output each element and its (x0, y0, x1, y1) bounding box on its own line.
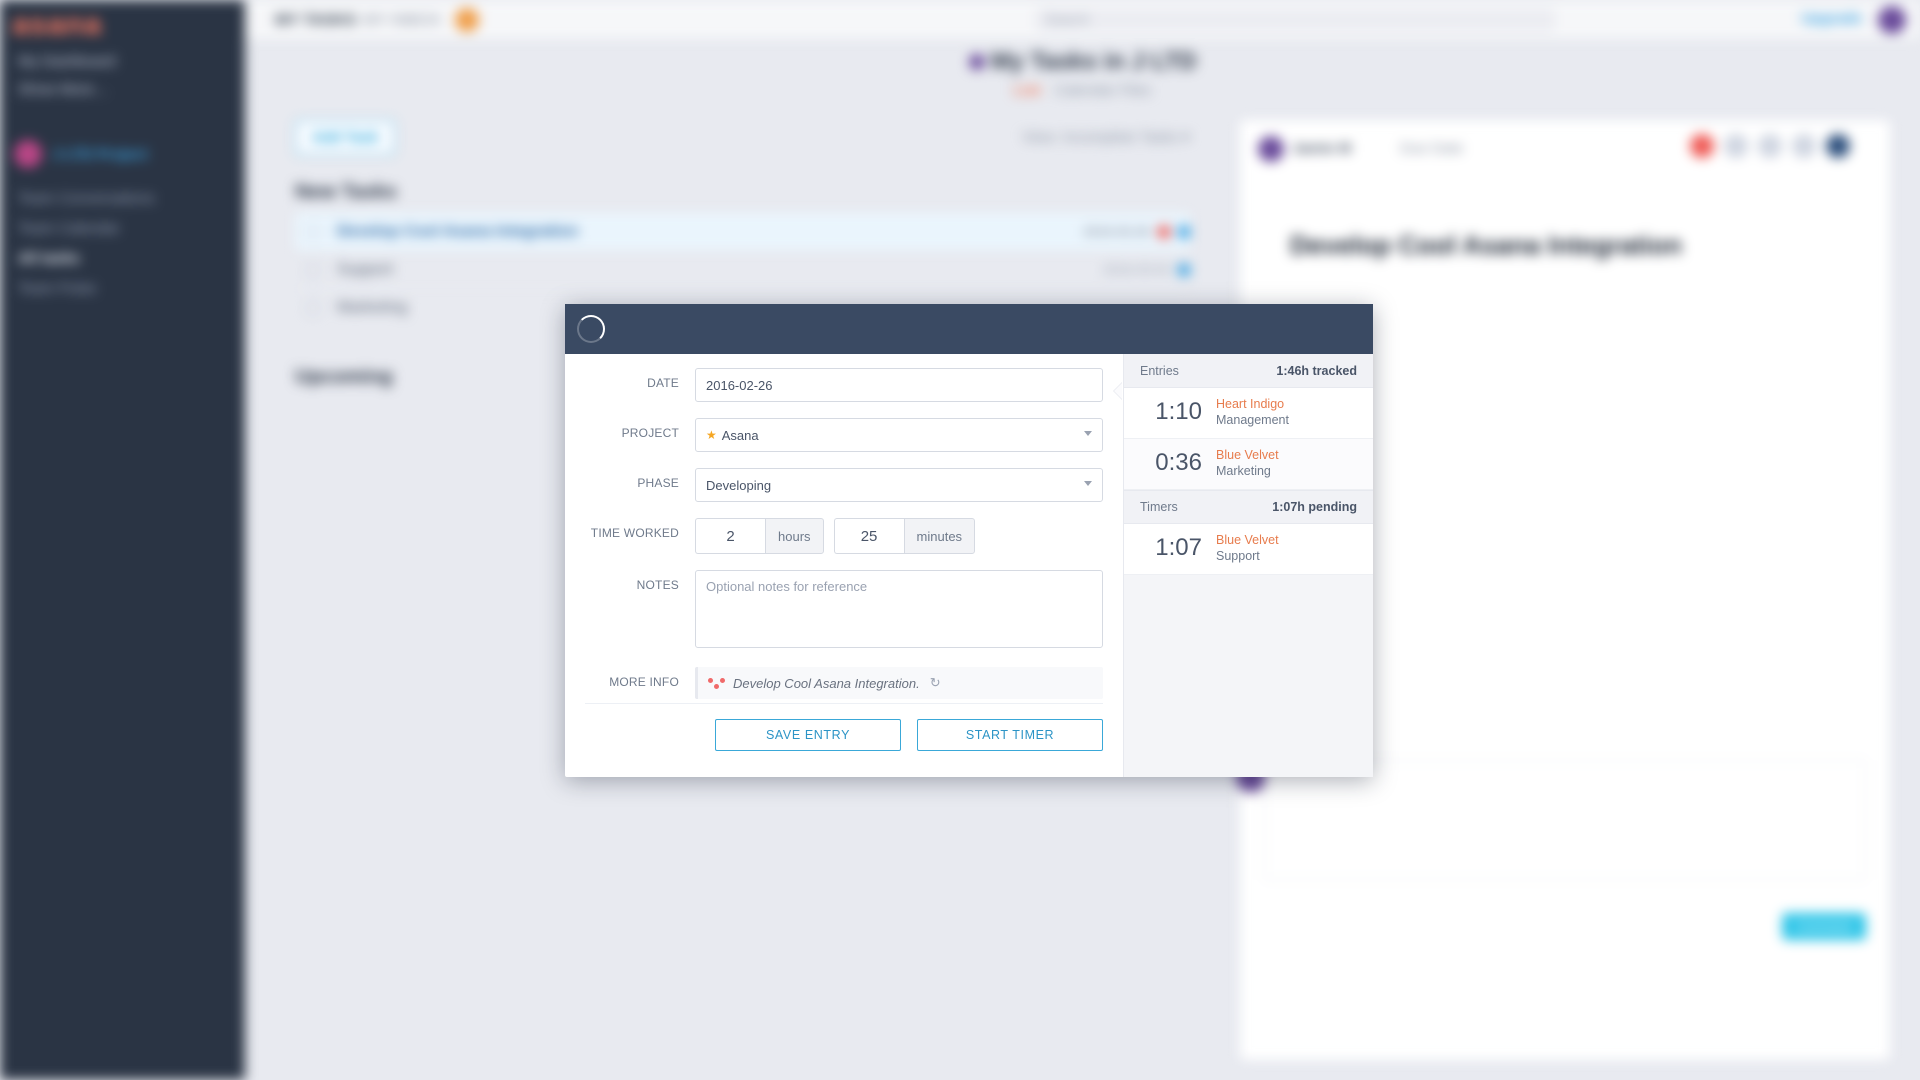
project-select[interactable]: ★ Asana (695, 418, 1103, 452)
label-time-worked: TIME WORKED (585, 518, 695, 540)
entries-header: Entries 1:46h tracked (1124, 354, 1373, 388)
save-entry-button[interactable]: SAVE ENTRY (715, 719, 901, 751)
phase-select[interactable]: Developing (695, 468, 1103, 502)
start-timer-button[interactable]: START TIMER (917, 719, 1103, 751)
chevron-down-icon (1084, 481, 1092, 486)
minutes-unit-label: minutes (904, 518, 976, 554)
asana-logo: asana (12, 8, 102, 42)
phase-select-value: Developing (706, 478, 771, 493)
entry-row[interactable]: 1:10 Heart Indigo Management (1124, 388, 1373, 439)
more-info-pill: Develop Cool Asana Integration. ↻ (695, 667, 1103, 699)
label-phase: PHASE (585, 468, 695, 490)
timer-project: Blue Velvet (1216, 532, 1279, 548)
loading-spinner-icon (577, 315, 605, 343)
minutes-input[interactable] (834, 518, 904, 554)
entry-project: Heart Indigo (1216, 396, 1289, 412)
entries-summary: 1:46h tracked (1276, 364, 1357, 378)
chevron-down-icon (1084, 431, 1092, 436)
entries-side-panel: Entries 1:46h tracked 1:10 Heart Indigo … (1123, 354, 1373, 777)
entry-project: Blue Velvet (1216, 447, 1279, 463)
modal-footer: SAVE ENTRY START TIMER (585, 703, 1103, 765)
hours-input[interactable] (695, 518, 765, 554)
bg-header: My Tasks in J LTD ListCalendar Files (245, 48, 1920, 99)
timers-summary: 1:07h pending (1272, 500, 1357, 514)
label-notes: NOTES (585, 570, 695, 592)
bg-team-pill: J LTD Project (14, 130, 231, 178)
entry-row[interactable]: 0:36 Blue Velvet Marketing (1124, 439, 1373, 490)
label-more-info: MORE INFO (585, 667, 695, 689)
timer-task: Support (1216, 548, 1279, 564)
hours-unit-label: hours (765, 518, 824, 554)
entry-time: 1:10 (1140, 398, 1202, 426)
more-info-text: Develop Cool Asana Integration. (733, 676, 920, 691)
date-input[interactable] (695, 368, 1103, 402)
star-icon: ★ (706, 428, 717, 442)
project-select-value: Asana (722, 428, 759, 443)
side-panel-pointer-icon (1113, 382, 1122, 400)
label-project: PROJECT (585, 418, 695, 440)
timer-row[interactable]: 1:07 Blue Velvet Support (1124, 524, 1373, 575)
notes-textarea[interactable] (695, 570, 1103, 648)
refresh-icon[interactable]: ↻ (930, 675, 941, 691)
entry-task: Management (1216, 412, 1289, 428)
timers-label: Timers (1140, 500, 1178, 514)
bg-sidebar: asana My Dashboard Show More… J LTD Proj… (0, 0, 245, 1080)
timer-time: 1:07 (1140, 534, 1202, 562)
entry-task: Marketing (1216, 463, 1279, 479)
entries-label: Entries (1140, 364, 1179, 378)
modal-header (565, 304, 1373, 354)
asana-icon (708, 678, 725, 689)
time-entry-modal: DATE PROJECT ★ Asana PHASE (565, 304, 1373, 777)
bg-nav-primary: My Dashboard Show More… (18, 48, 116, 104)
entry-time: 0:36 (1140, 449, 1202, 477)
bg-nav-secondary: Team Conversations Team Calendar All tas… (18, 184, 155, 304)
side-panel-empty-space (1124, 575, 1373, 777)
bg-topbar: MY TASKS MY INBOX Search Upgrade (245, 0, 1920, 40)
time-entry-form: DATE PROJECT ★ Asana PHASE (565, 354, 1123, 777)
timers-header: Timers 1:07h pending (1124, 490, 1373, 524)
label-date: DATE (585, 368, 695, 390)
